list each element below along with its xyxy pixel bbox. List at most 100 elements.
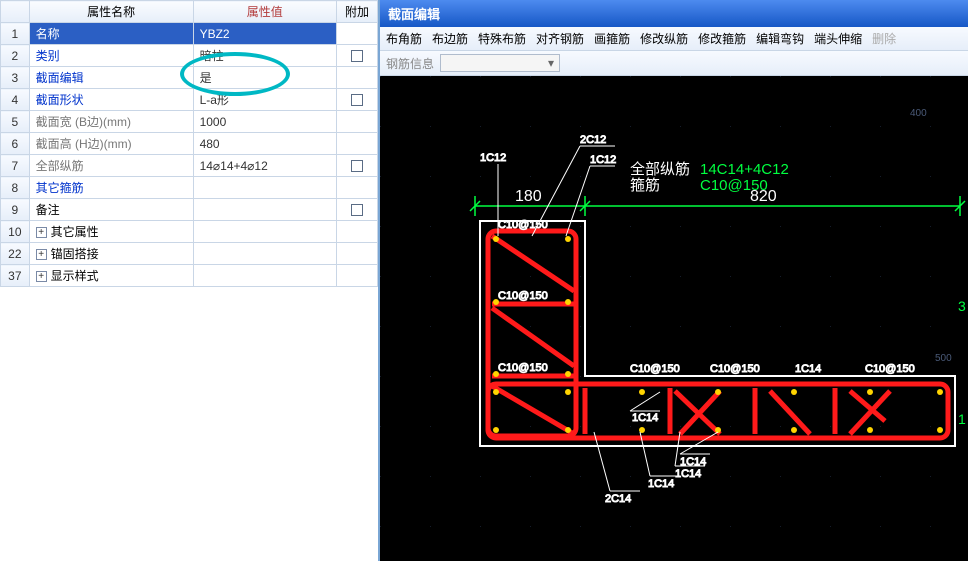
toolbar-button[interactable]: 端头伸缩 bbox=[814, 30, 862, 47]
rebar-info-bar: 钢筋信息 ▾ bbox=[380, 51, 968, 76]
toolbar-button[interactable]: 布边筋 bbox=[432, 30, 468, 47]
row-addon[interactable] bbox=[337, 45, 378, 67]
row-name: +锚固搭接 bbox=[29, 243, 193, 265]
expand-icon[interactable]: + bbox=[36, 249, 47, 260]
chevron-down-icon: ▾ bbox=[543, 56, 559, 70]
table-row[interactable]: 7全部纵筋14⌀14+4⌀12 bbox=[1, 155, 378, 177]
table-row[interactable]: 5截面宽 (B边)(mm)1000 bbox=[1, 111, 378, 133]
row-addon[interactable] bbox=[337, 155, 378, 177]
row-value[interactable]: L-a形 bbox=[193, 89, 336, 111]
property-table[interactable]: 属性名称 属性值 附加 1名称YBZ22类别暗柱3截面编辑是4截面形状L-a形5… bbox=[0, 0, 378, 287]
rebar-info-label: 钢筋信息 bbox=[386, 55, 434, 72]
checkbox-icon[interactable] bbox=[351, 94, 363, 106]
row-value[interactable]: 1000 bbox=[193, 111, 336, 133]
row-value[interactable]: 暗柱 bbox=[193, 45, 336, 67]
toolbar-button[interactable]: 编辑弯钩 bbox=[756, 30, 804, 47]
table-row[interactable]: 1名称YBZ2 bbox=[1, 23, 378, 45]
table-row[interactable]: 3截面编辑是 bbox=[1, 67, 378, 89]
row-addon[interactable] bbox=[337, 221, 378, 243]
row-name: 类别 bbox=[29, 45, 193, 67]
table-row[interactable]: 8其它箍筋 bbox=[1, 177, 378, 199]
row-addon[interactable] bbox=[337, 177, 378, 199]
section-canvas[interactable]: 400 180 820 3 500 1 全部纵筋 14C14+4C12 箍筋 bbox=[380, 76, 968, 561]
row-index: 5 bbox=[1, 111, 30, 133]
property-panel: 属性名称 属性值 附加 1名称YBZ22类别暗柱3截面编辑是4截面形状L-a形5… bbox=[0, 0, 380, 561]
row-value[interactable]: YBZ2 bbox=[193, 23, 336, 45]
row-index: 3 bbox=[1, 67, 30, 89]
label-stir: 箍筋 bbox=[630, 177, 660, 194]
toolbar-button[interactable]: 特殊布筋 bbox=[478, 30, 526, 47]
table-row[interactable]: 22+锚固搭接 bbox=[1, 243, 378, 265]
table-row[interactable]: 6截面高 (H边)(mm)480 bbox=[1, 133, 378, 155]
svg-text:1C14: 1C14 bbox=[680, 456, 706, 468]
row-addon[interactable] bbox=[337, 89, 378, 111]
toolbar-button[interactable]: 对齐钢筋 bbox=[536, 30, 584, 47]
checkbox-icon[interactable] bbox=[351, 204, 363, 216]
row-value[interactable] bbox=[193, 199, 336, 221]
row-index: 8 bbox=[1, 177, 30, 199]
svg-text:500: 500 bbox=[935, 353, 952, 364]
editor-toolbar: 布角筋布边筋特殊布筋对齐钢筋画箍筋修改纵筋修改箍筋编辑弯钩端头伸缩删除 bbox=[380, 27, 968, 51]
checkbox-icon[interactable] bbox=[351, 160, 363, 172]
row-value[interactable] bbox=[193, 265, 336, 287]
dim-180: 180 bbox=[515, 188, 542, 205]
row-addon[interactable] bbox=[337, 199, 378, 221]
table-row[interactable]: 10+其它属性 bbox=[1, 221, 378, 243]
toolbar-button: 删除 bbox=[872, 30, 896, 47]
row-index: 4 bbox=[1, 89, 30, 111]
svg-text:C10@150: C10@150 bbox=[710, 363, 760, 375]
table-row[interactable]: 2类别暗柱 bbox=[1, 45, 378, 67]
svg-text:C10@150: C10@150 bbox=[498, 362, 548, 374]
row-value[interactable] bbox=[193, 243, 336, 265]
row-name: 截面宽 (B边)(mm) bbox=[29, 111, 193, 133]
label-all: 全部纵筋 bbox=[630, 160, 690, 178]
checkbox-icon[interactable] bbox=[351, 50, 363, 62]
row-name: 截面高 (H边)(mm) bbox=[29, 133, 193, 155]
row-value[interactable]: 480 bbox=[193, 133, 336, 155]
svg-text:2C14: 2C14 bbox=[605, 493, 631, 505]
row-name: 截面形状 bbox=[29, 89, 193, 111]
row-index: 2 bbox=[1, 45, 30, 67]
svg-text:1C12: 1C12 bbox=[590, 154, 616, 166]
row-name: +显示样式 bbox=[29, 265, 193, 287]
row-name: 名称 bbox=[29, 23, 193, 45]
row-value[interactable]: 14⌀14+4⌀12 bbox=[193, 155, 336, 177]
svg-text:C10@150: C10@150 bbox=[630, 363, 680, 375]
rebar-info-combo[interactable]: ▾ bbox=[440, 54, 560, 72]
row-value[interactable] bbox=[193, 221, 336, 243]
svg-text:C10@150: C10@150 bbox=[498, 219, 548, 231]
row-addon[interactable] bbox=[337, 243, 378, 265]
svg-text:1C14: 1C14 bbox=[632, 412, 658, 424]
row-name: 备注 bbox=[29, 199, 193, 221]
svg-text:1C14: 1C14 bbox=[795, 363, 821, 375]
row-addon[interactable] bbox=[337, 67, 378, 89]
expand-icon[interactable]: + bbox=[36, 227, 47, 238]
table-row[interactable]: 37+显示样式 bbox=[1, 265, 378, 287]
toolbar-button[interactable]: 修改纵筋 bbox=[640, 30, 688, 47]
col-index bbox=[1, 1, 30, 23]
svg-text:1C14: 1C14 bbox=[648, 478, 674, 490]
row-index: 9 bbox=[1, 199, 30, 221]
row-addon[interactable] bbox=[337, 23, 378, 45]
svg-text:1: 1 bbox=[958, 411, 966, 427]
row-addon[interactable] bbox=[337, 111, 378, 133]
toolbar-button[interactable]: 画箍筋 bbox=[594, 30, 630, 47]
table-row[interactable]: 9备注 bbox=[1, 199, 378, 221]
row-index: 22 bbox=[1, 243, 30, 265]
svg-text:1C12: 1C12 bbox=[480, 152, 506, 164]
expand-icon[interactable]: + bbox=[36, 271, 47, 282]
section-editor: 截面编辑 布角筋布边筋特殊布筋对齐钢筋画箍筋修改纵筋修改箍筋编辑弯钩端头伸缩删除… bbox=[380, 0, 968, 561]
svg-text:C10@150: C10@150 bbox=[865, 363, 915, 375]
row-index: 37 bbox=[1, 265, 30, 287]
toolbar-button[interactable]: 布角筋 bbox=[386, 30, 422, 47]
toolbar-button[interactable]: 修改箍筋 bbox=[698, 30, 746, 47]
panel-title: 截面编辑 bbox=[380, 0, 968, 27]
svg-text:400: 400 bbox=[910, 108, 927, 119]
col-value: 属性值 bbox=[193, 1, 336, 23]
table-row[interactable]: 4截面形状L-a形 bbox=[1, 89, 378, 111]
svg-text:3: 3 bbox=[958, 298, 966, 314]
row-value[interactable] bbox=[193, 177, 336, 199]
row-value[interactable]: 是 bbox=[193, 67, 336, 89]
row-addon[interactable] bbox=[337, 133, 378, 155]
row-addon[interactable] bbox=[337, 265, 378, 287]
